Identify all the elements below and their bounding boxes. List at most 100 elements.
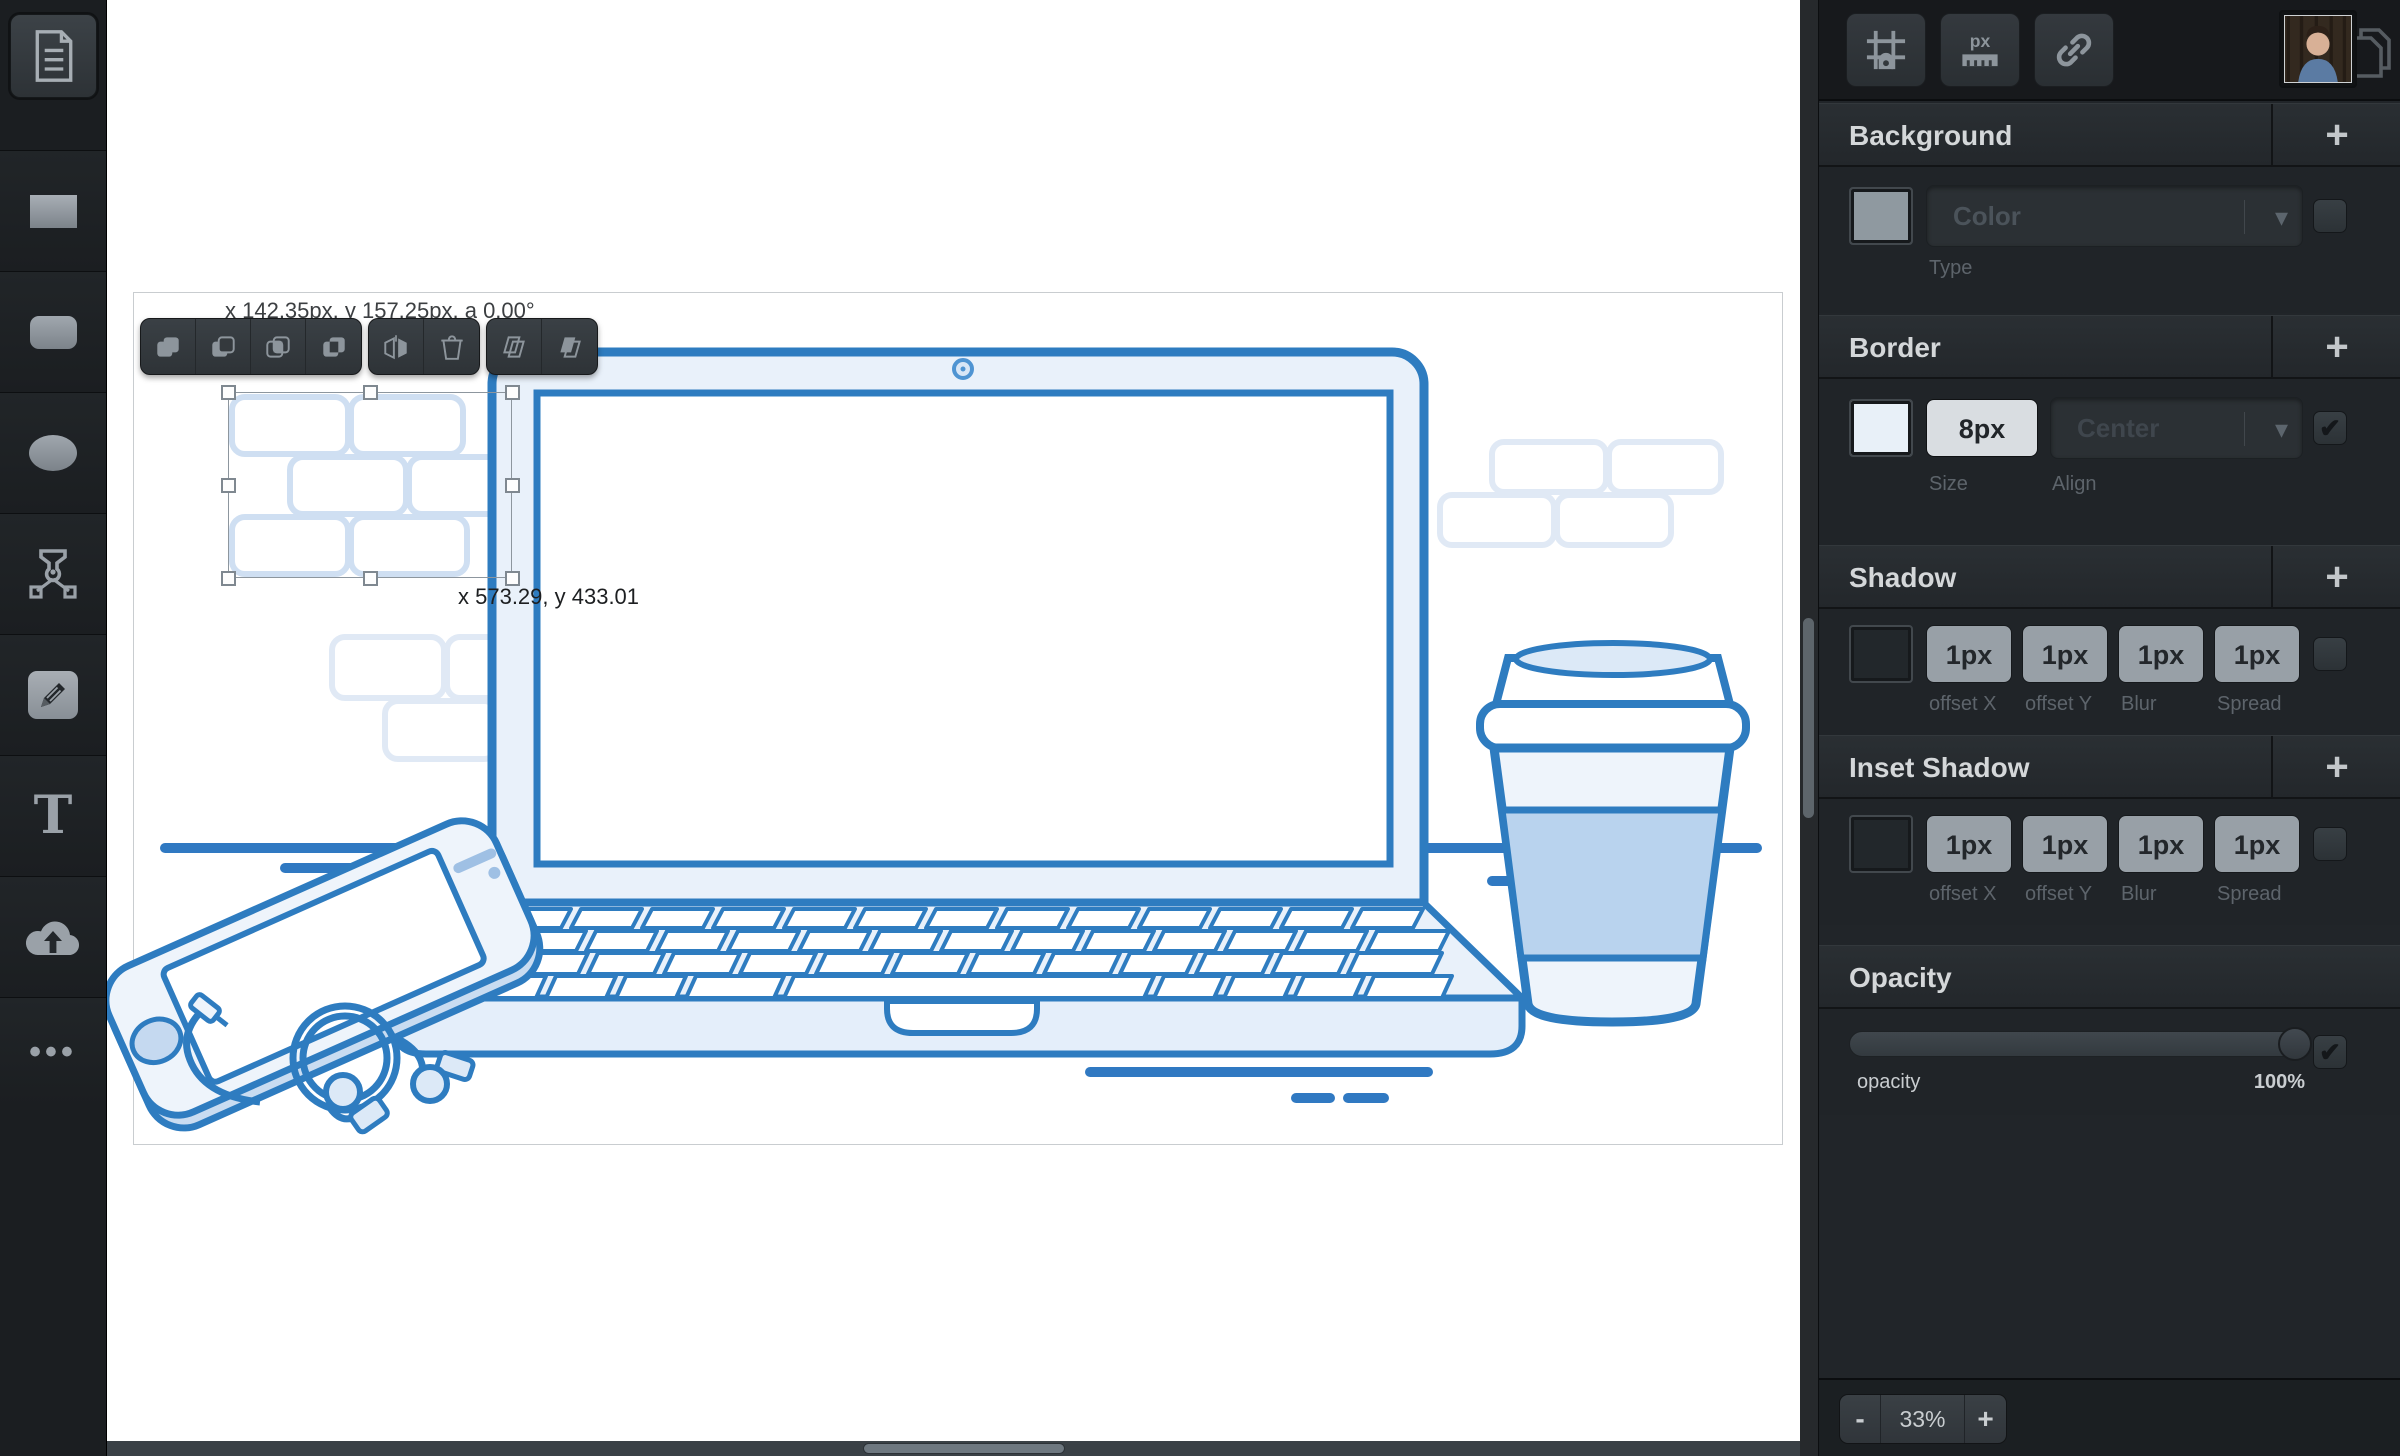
background-enable-checkbox[interactable] — [2313, 199, 2347, 233]
opacity-title: Opacity — [1849, 962, 1952, 994]
border-color-swatch[interactable] — [1849, 399, 1913, 457]
inset-shadow-color-swatch[interactable] — [1849, 815, 1913, 873]
zoom-out-button[interactable]: - — [1840, 1395, 1881, 1443]
more-icon: ••• — [29, 1033, 77, 1072]
horizontal-scrollbar-thumb[interactable] — [863, 1443, 1065, 1454]
selection-box[interactable] — [228, 392, 512, 578]
coffee-cup — [1480, 643, 1746, 1022]
shadow-offset-x-label: offset X — [1929, 693, 1996, 716]
shadow-offset-y-label: offset Y — [2025, 693, 2092, 716]
grid-settings-button[interactable] — [1846, 13, 1926, 87]
illustration — [107, 0, 1818, 1456]
exclude-button[interactable] — [306, 319, 361, 374]
selection-handle[interactable] — [363, 571, 378, 586]
link-icon — [2051, 27, 2097, 73]
zoom-level[interactable]: 33% — [1881, 1395, 1965, 1443]
svg-text:px: px — [1970, 31, 1991, 51]
inset-shadow-blur-input[interactable]: 1px — [2118, 815, 2204, 873]
send-backward-button[interactable] — [487, 319, 542, 374]
inset-shadow-offset-x-input[interactable]: 1px — [1926, 815, 2012, 873]
rectangle-tool[interactable] — [0, 150, 106, 271]
union-button[interactable] — [141, 319, 196, 374]
inset-shadow-spread-input[interactable]: 1px — [2214, 815, 2300, 873]
shadow-color-swatch[interactable] — [1849, 625, 1913, 683]
boolean-ops-toolbar — [140, 318, 362, 375]
exclude-icon — [319, 332, 349, 362]
shadow-spread-input[interactable]: 1px — [2214, 625, 2300, 683]
inset-shadow-enable-checkbox[interactable] — [2313, 827, 2347, 861]
add-background-button[interactable]: + — [2271, 104, 2400, 165]
pencil-tool[interactable] — [0, 634, 106, 755]
opacity-enable-checkbox[interactable]: ✔ — [2313, 1035, 2347, 1069]
opacity-slider[interactable] — [1849, 1031, 2309, 1057]
shadow-blur-input[interactable]: 1px — [2118, 625, 2204, 683]
shadow-offset-y-input[interactable]: 1px — [2022, 625, 2108, 683]
panel-scrollbar-thumb[interactable] — [1803, 618, 1814, 818]
pencil-icon — [28, 671, 78, 719]
laptop — [394, 352, 1522, 1054]
border-align-dropdown[interactable]: Center ▾ — [2050, 397, 2303, 459]
bring-forward-button[interactable] — [542, 319, 597, 374]
add-shadow-button[interactable]: + — [2271, 546, 2400, 607]
chevron-down-icon: ▾ — [2244, 200, 2288, 234]
background-type-value: Color — [1953, 201, 2021, 232]
zoom-in-button[interactable]: + — [1965, 1395, 2006, 1443]
text-tool-icon: T — [34, 790, 73, 842]
selection-handle[interactable] — [221, 571, 236, 586]
background-type-dropdown[interactable]: Color ▾ — [1926, 185, 2303, 247]
document-tool-button[interactable] — [10, 14, 97, 98]
background-color-swatch[interactable] — [1849, 187, 1913, 245]
send-backward-icon — [499, 332, 529, 362]
selection-handle[interactable] — [221, 478, 236, 493]
position-readout: x 573.29, y 433.01 — [458, 584, 639, 610]
zoom-control: - 33% + — [1839, 1394, 2007, 1444]
border-align-label: Align — [2052, 473, 2096, 496]
selection-handle[interactable] — [505, 385, 520, 400]
border-align-value: Center — [2077, 413, 2159, 444]
upload-tool[interactable] — [0, 876, 106, 997]
inset-shadow-offset-y-input[interactable]: 1px — [2022, 815, 2108, 873]
selection-handle[interactable] — [505, 478, 520, 493]
intersect-icon — [263, 332, 293, 362]
phone — [107, 809, 552, 1140]
units-button[interactable]: px — [1940, 13, 2020, 87]
intersect-button[interactable] — [251, 319, 306, 374]
inset-shadow-offset-x-label: offset X — [1929, 883, 1996, 906]
background-section: Background + Color ▾ Type — [1819, 103, 2400, 313]
more-tools[interactable]: ••• — [0, 997, 106, 1107]
pen-icon — [25, 545, 81, 603]
opacity-slider-thumb[interactable] — [2278, 1027, 2312, 1061]
selection-handle[interactable] — [221, 385, 236, 400]
panel-toolbar: px — [1819, 0, 2400, 101]
document-icon — [31, 30, 77, 82]
avatar[interactable] — [2279, 10, 2357, 88]
text-tool[interactable]: T — [0, 755, 106, 876]
border-size-input[interactable]: 8px — [1926, 399, 2038, 457]
delete-button[interactable] — [424, 319, 479, 374]
border-size-label: Size — [1929, 473, 1968, 496]
tool-sidebar: T ••• — [0, 0, 107, 1456]
horizontal-scrollbar[interactable] — [107, 1441, 1800, 1456]
selection-handle[interactable] — [363, 385, 378, 400]
canvas-area[interactable]: x 142.35px, y 157.25px, a 0.00° x 573.29… — [107, 0, 1818, 1441]
shadow-enable-checkbox[interactable] — [2313, 637, 2347, 671]
shadow-offset-x-input[interactable]: 1px — [1926, 625, 2012, 683]
brick-group-right — [1440, 442, 1721, 545]
link-button[interactable] — [2034, 13, 2114, 87]
rounded-rectangle-tool[interactable] — [0, 271, 106, 392]
shadow-title: Shadow — [1849, 562, 1956, 594]
flip-button[interactable] — [369, 319, 424, 374]
pen-tool[interactable] — [0, 513, 106, 634]
flip-icon — [381, 332, 411, 362]
add-inset-shadow-button[interactable]: + — [2271, 736, 2400, 797]
subtract-button[interactable] — [196, 319, 251, 374]
border-enable-checkbox[interactable]: ✔ — [2313, 411, 2347, 445]
background-title: Background — [1849, 120, 2012, 152]
bring-forward-icon — [555, 332, 585, 362]
opacity-section: Opacity ✔ opacity 100% — [1819, 945, 2400, 1115]
ellipse-tool[interactable] — [0, 392, 106, 513]
plus-icon: + — [2325, 115, 2348, 155]
panel-scrollbar[interactable] — [1800, 0, 1818, 1456]
add-border-button[interactable]: + — [2271, 316, 2400, 377]
shadow-blur-label: Blur — [2121, 693, 2157, 716]
